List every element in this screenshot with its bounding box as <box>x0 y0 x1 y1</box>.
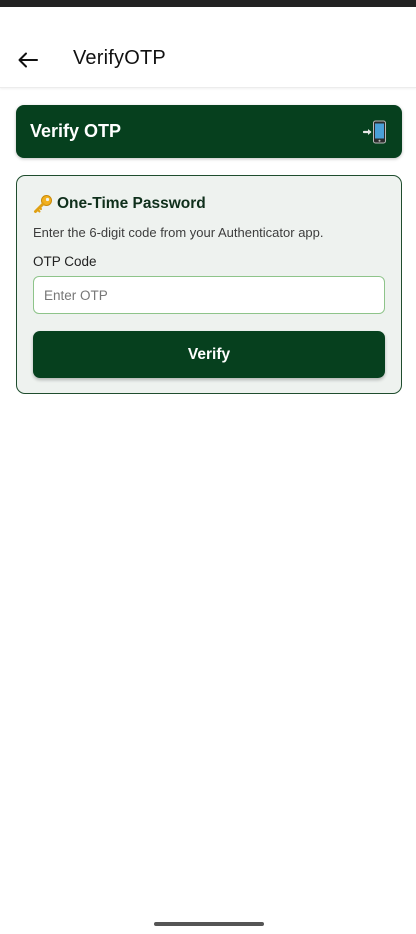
key-icon <box>34 195 52 213</box>
app-bar: VerifyOTP <box>0 7 416 88</box>
verify-button[interactable]: Verify <box>33 331 385 378</box>
otp-description: Enter the 6-digit code from your Authent… <box>33 225 324 240</box>
mobile-phone-arrow-icon <box>363 120 386 144</box>
otp-heading: One-Time Password <box>33 194 206 214</box>
arrow-left-icon <box>18 52 38 68</box>
otp-input[interactable] <box>33 276 385 314</box>
header-card: Verify OTP <box>16 105 402 158</box>
otp-card: One-Time Password Enter the 6-digit code… <box>16 175 402 394</box>
header-card-title: Verify OTP <box>30 121 122 141</box>
status-bar <box>0 0 416 7</box>
home-indicator <box>154 922 264 926</box>
otp-heading-text: One-Time Password <box>57 195 206 212</box>
app-title: VerifyOTP <box>73 47 166 69</box>
otp-field-label: OTP Code <box>33 254 97 269</box>
back-button[interactable] <box>10 44 46 76</box>
